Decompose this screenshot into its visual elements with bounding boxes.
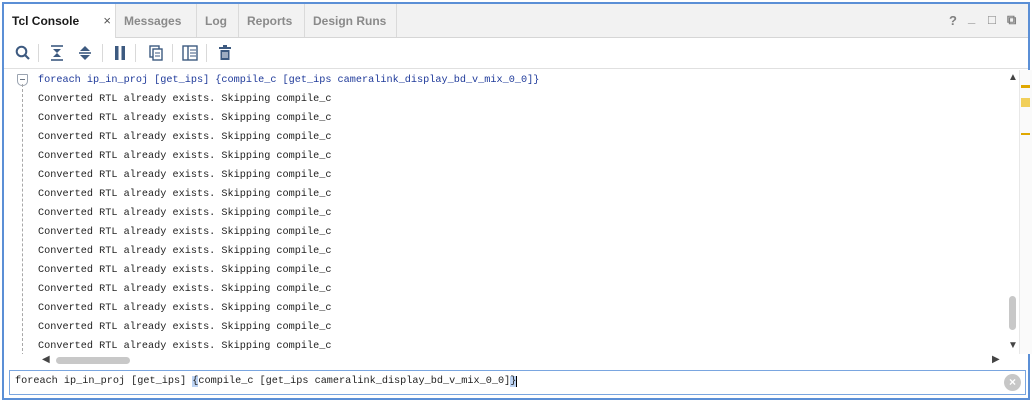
help-icon[interactable]: ? (949, 13, 957, 28)
vertical-scroll-thumb[interactable] (1009, 296, 1016, 330)
console-output-line: Converted RTL already exists. Skipping c… (38, 132, 332, 143)
pause-icon[interactable] (109, 42, 131, 64)
console-output-line: Converted RTL already exists. Skipping c… (38, 246, 332, 257)
minimize-icon[interactable]: _ (968, 10, 975, 25)
collapse-all-icon[interactable] (46, 42, 68, 64)
tab-design-runs[interactable]: Design Runs (305, 4, 397, 37)
show-columns-icon[interactable] (179, 42, 201, 64)
warning-marker[interactable] (1021, 98, 1030, 107)
tab-reports[interactable]: Reports (239, 4, 305, 37)
close-icon[interactable]: × (103, 13, 111, 28)
scroll-up-icon[interactable]: ▲ (1008, 72, 1018, 83)
tab-label: Design Runs (313, 14, 387, 28)
console-output-line: Converted RTL already exists. Skipping c… (38, 189, 332, 200)
overview-ruler[interactable] (1019, 70, 1032, 354)
tab-label: Reports (247, 14, 293, 28)
float-icon[interactable]: ⧉ (1007, 12, 1016, 28)
console-output-line: Converted RTL already exists. Skipping c… (38, 94, 332, 105)
scroll-down-icon[interactable]: ▼ (1008, 340, 1018, 351)
console-output-line: Converted RTL already exists. Skipping c… (38, 151, 332, 162)
expand-all-icon[interactable] (74, 42, 96, 64)
tcl-command-input[interactable]: foreach ip_in_proj [get_ips] {compile_c … (9, 370, 1026, 395)
vertical-scrollbar[interactable]: ▲ ▼ (1007, 70, 1018, 354)
scroll-right-icon[interactable]: ▶ (992, 354, 1000, 365)
console-output-line: Converted RTL already exists. Skipping c… (38, 322, 332, 333)
tab-messages[interactable]: Messages (116, 4, 197, 37)
copy-icon[interactable] (145, 42, 167, 64)
scroll-left-icon[interactable]: ◀ (42, 354, 50, 365)
console-command-line: foreach ip_in_proj [get_ips] {compile_c … (38, 75, 540, 86)
console-output-line: Converted RTL already exists. Skipping c… (38, 284, 332, 295)
console-output-line: Converted RTL already exists. Skipping c… (38, 227, 332, 238)
input-text-segment: compile_c [get_ips cameralink_display_bd… (198, 376, 511, 387)
matched-brace-highlight: } (510, 376, 518, 387)
console-output[interactable]: foreach ip_in_proj [get_ips] {compile_c … (4, 70, 1006, 354)
console-output-line: Converted RTL already exists. Skipping c… (38, 170, 332, 181)
horizontal-scroll-thumb[interactable] (56, 357, 130, 364)
clear-icon[interactable]: × (1004, 374, 1021, 391)
input-text-segment: foreach ip_in_proj [get_ips] (15, 376, 193, 387)
warning-marker[interactable] (1021, 133, 1030, 135)
command-input-text[interactable]: foreach ip_in_proj [get_ips] {compile_c … (15, 376, 518, 387)
warning-marker[interactable] (1021, 85, 1030, 88)
console-output-line: Converted RTL already exists. Skipping c… (38, 265, 332, 276)
fold-guide (22, 84, 23, 354)
tab-label: Messages (124, 14, 182, 28)
delete-icon[interactable] (214, 42, 236, 64)
toolbar (4, 38, 1028, 69)
tab-label: Log (205, 14, 227, 28)
tab-log[interactable]: Log (197, 4, 239, 37)
console-output-line: Converted RTL already exists. Skipping c… (38, 113, 332, 124)
console-output-line: Converted RTL already exists. Skipping c… (38, 208, 332, 219)
tab-tcl-console[interactable]: Tcl Console × (4, 4, 116, 38)
tab-label: Tcl Console (12, 14, 80, 28)
console-output-line: Converted RTL already exists. Skipping c… (38, 341, 332, 352)
search-icon[interactable] (12, 42, 34, 64)
tcl-console-panel: Tcl Console × Messages Log Reports Desig… (2, 2, 1032, 400)
tab-bar: Tcl Console × Messages Log Reports Desig… (4, 4, 1028, 38)
maximize-icon[interactable]: □ (988, 12, 996, 27)
horizontal-scrollbar[interactable]: ◀ ▶ (4, 354, 1006, 367)
console-output-line: Converted RTL already exists. Skipping c… (38, 303, 332, 314)
